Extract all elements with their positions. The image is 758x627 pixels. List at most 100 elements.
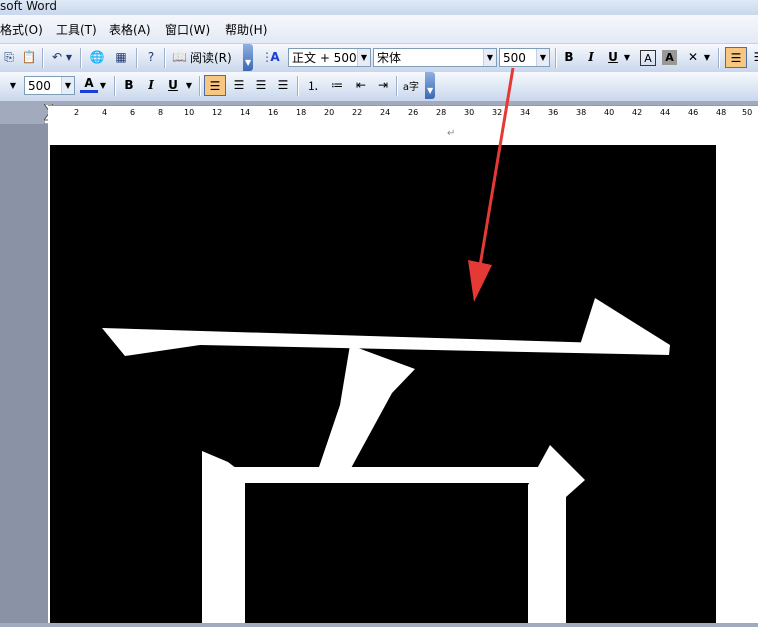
toolbar-separator [297, 76, 298, 96]
decrease-indent-icon[interactable]: ⇤ [352, 76, 370, 94]
toolbar-overflow-button[interactable]: ▼ [243, 44, 253, 71]
menu-table[interactable]: 表格(A) [109, 21, 151, 38]
read-mode-button[interactable]: 📖 阅读(R) [172, 48, 236, 66]
ruler-tick: 12 [212, 108, 223, 117]
horizontal-ruler[interactable]: 2 4 6 8 10 12 14 16 18 20 22 24 26 28 30… [48, 105, 758, 125]
toolbar-separator [42, 48, 43, 68]
char-shading-icon[interactable]: A [662, 50, 677, 65]
chevron-down-icon[interactable]: ▼ [536, 49, 549, 66]
italic-icon[interactable]: I [142, 76, 160, 94]
font-combo[interactable]: 宋体 ▼ [373, 48, 497, 67]
chevron-down-icon[interactable]: ▼ [483, 49, 496, 66]
bold-icon[interactable]: B [120, 76, 138, 94]
ruler-tick: 38 [576, 108, 587, 117]
ruler-tick: 10 [184, 108, 195, 117]
toolbar-separator [555, 48, 556, 68]
formatting-toolbar: ▼ 500 ▼ A ▼ B I U ▼ ☰ ☰ ☰ ☰ ⒈ ≔ ⇤ ⇥ a字 ▼ [0, 72, 758, 102]
align-left-icon[interactable]: ☰ [204, 75, 226, 96]
align-center-icon[interactable]: ☰ [750, 48, 758, 66]
toolbar-overflow-button[interactable]: ▼ [425, 72, 435, 99]
font-size-value: 500 [503, 51, 526, 65]
style-combo[interactable]: 正文 + 500 ▼ [288, 48, 371, 67]
chevron-down-icon: ▼ [245, 58, 252, 67]
read-mode-label: 阅读(R) [189, 50, 232, 65]
font-size-combo-2[interactable]: 500 ▼ [24, 76, 75, 95]
ruler-tick: 4 [102, 108, 108, 117]
ruler-tick: 44 [660, 108, 671, 117]
font-color-dropdown-icon[interactable]: ▼ [98, 76, 108, 94]
phonetic-guide-icon[interactable]: a字 [402, 76, 420, 94]
left-gutter [0, 124, 48, 623]
align-center-icon[interactable]: ☰ [230, 76, 248, 94]
chevron-down-icon[interactable]: ▼ [357, 49, 370, 66]
standard-toolbar: ⎘ 📋 ↶ ▼ 🌐 ▦ ? 📖 阅读(R) ▼ ⋮ A 正文 + 500 ▼ 宋… [0, 44, 758, 73]
hyperlink-icon[interactable]: 🌐 [88, 48, 106, 66]
large-character-glyph-icon [102, 298, 670, 623]
toolbar-separator [114, 76, 115, 96]
ruler-tick: 14 [240, 108, 251, 117]
justify-icon[interactable]: ☰ [274, 76, 292, 94]
align-left-icon[interactable]: ☰ [725, 47, 747, 68]
ruler-tick: 48 [716, 108, 727, 117]
ruler-tick: 8 [158, 108, 164, 117]
ruler-tick: 24 [380, 108, 391, 117]
book-icon: 📖 [172, 50, 187, 64]
chevron-down-icon[interactable]: ▼ [8, 76, 18, 94]
ruler-tick: 20 [324, 108, 335, 117]
font-size-combo[interactable]: 500 ▼ [499, 48, 550, 67]
menu-format[interactable]: 格式(O) [0, 21, 43, 38]
menu-bar: 格式(O) 工具(T) 表格(A) 窗口(W) 帮助(H) [0, 15, 758, 44]
font-size-value-2: 500 [28, 79, 51, 93]
help-icon[interactable]: ? [142, 48, 160, 66]
ruler-tick: 50 [742, 108, 753, 117]
ruler-tick: 6 [130, 108, 136, 117]
align-right-icon[interactable]: ☰ [252, 76, 270, 94]
italic-icon[interactable]: I [582, 48, 600, 66]
bold-icon[interactable]: B [560, 48, 578, 66]
ruler-tick: 18 [296, 108, 307, 117]
title-bar: soft Word [0, 0, 758, 16]
font-color-icon[interactable]: A [80, 76, 98, 93]
toolbar-separator [396, 76, 397, 96]
style-value: 正文 + 500 [292, 51, 357, 65]
underline-icon[interactable]: U [604, 48, 622, 66]
underline-icon[interactable]: U [164, 76, 182, 94]
ruler-tick: 40 [604, 108, 615, 117]
ruler-tick: 2 [74, 108, 80, 117]
chevron-down-icon[interactable]: ▼ [61, 77, 74, 94]
char-border-icon[interactable]: A [640, 50, 656, 66]
underline-dropdown-icon[interactable]: ▼ [622, 48, 632, 66]
table-icon[interactable]: ▦ [112, 48, 130, 66]
window-title: soft Word [0, 0, 57, 13]
numbered-list-icon[interactable]: ⒈ [304, 76, 322, 94]
menu-tools[interactable]: 工具(T) [56, 21, 97, 38]
styles-formatting-icon[interactable]: A [266, 48, 284, 66]
paste-icon[interactable]: 📋 [20, 48, 38, 66]
toolbar-separator [136, 48, 137, 68]
paragraph-mark: ↵ [447, 128, 456, 139]
document-content-area[interactable] [50, 145, 716, 623]
bullet-list-icon[interactable]: ≔ [328, 76, 346, 94]
ruler-tick: 42 [632, 108, 643, 117]
increase-indent-icon[interactable]: ⇥ [374, 76, 392, 94]
ruler-tick: 16 [268, 108, 279, 117]
ruler-tick: 22 [352, 108, 363, 117]
ruler-tick: 26 [408, 108, 419, 117]
scaling-dropdown-icon[interactable]: ▼ [702, 48, 712, 66]
chevron-down-icon: ▼ [427, 86, 434, 95]
underline-dropdown-icon[interactable]: ▼ [184, 76, 194, 94]
toolbar-separator [164, 48, 165, 68]
toolbar-separator [80, 48, 81, 68]
red-arrow-annotation-icon [468, 67, 515, 302]
undo-dropdown-icon[interactable]: ▼ [64, 48, 74, 66]
char-scaling-icon[interactable]: ✕ [684, 48, 702, 66]
font-value: 宋体 [377, 51, 402, 65]
menu-window[interactable]: 窗口(W) [165, 21, 210, 38]
toolbar-separator [199, 76, 200, 96]
ruler-tick: 46 [688, 108, 699, 117]
ruler-tick: 36 [548, 108, 559, 117]
ruler-tick: 28 [436, 108, 447, 117]
toolbar-separator [718, 48, 719, 68]
copy-icon[interactable]: ⎘ [0, 48, 18, 66]
menu-help[interactable]: 帮助(H) [225, 21, 267, 38]
